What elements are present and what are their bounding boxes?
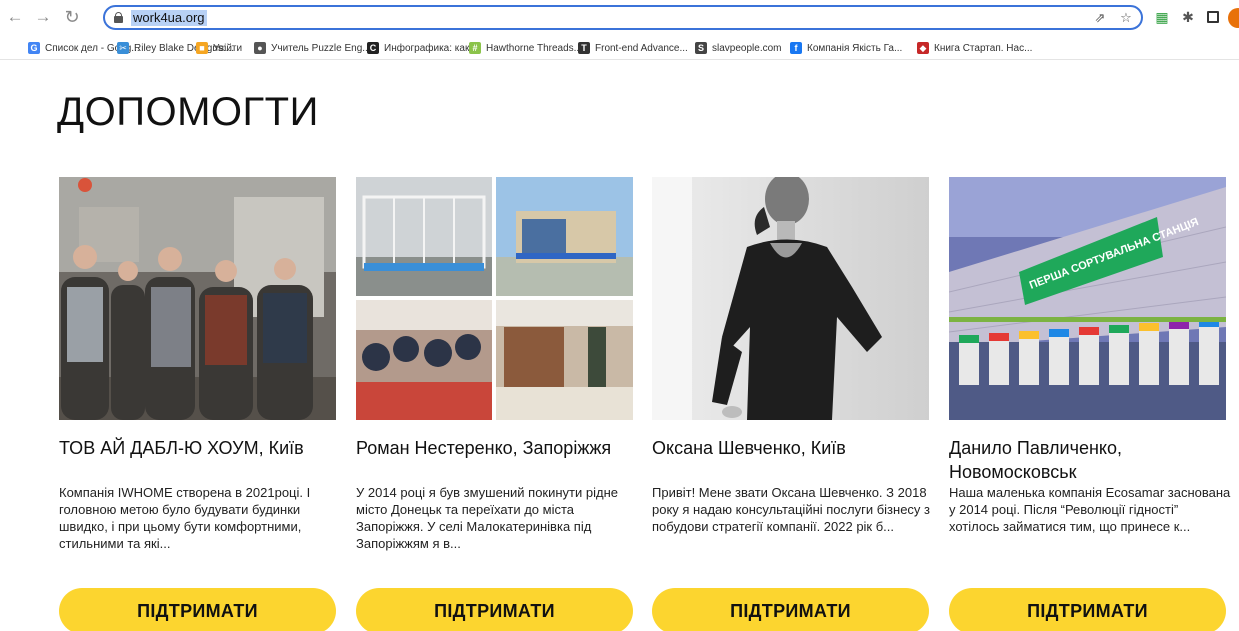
bookmark-item[interactable]: f Компанія Якість Га... [790, 40, 902, 56]
support-button[interactable]: ПІДТРИМАТИ [949, 588, 1226, 631]
card-name: ТОВ АЙ ДАБЛ-Ю ХОУМ, Київ [59, 438, 304, 458]
card-description: Наша маленька компанія Ecosamar заснован… [949, 485, 1231, 534]
card-name: Данило Павличенко, Новомосковськ [949, 438, 1122, 482]
bookmark-label: Учитель Puzzle Eng... [271, 42, 371, 54]
book-icon: ◆ [917, 42, 929, 54]
campaign-card: ТОВ АЙ ДАБЛ-Ю ХОУМ, Київ Компанія IWHOME… [59, 177, 336, 631]
facebook-icon: f [790, 42, 802, 54]
support-button[interactable]: ПІДТРИМАТИ [59, 588, 336, 631]
extensions-puzzle-icon[interactable]: ✱ [1178, 7, 1198, 27]
frontend-icon: T [578, 42, 590, 54]
hawthorne-icon: # [469, 42, 481, 54]
bookmark-label: Инфографика: как... [384, 42, 478, 54]
bookmark-item[interactable]: C Инфографика: как... [367, 40, 478, 56]
campaign-card: Оксана Шевченко, Київ Привіт! Мене звати… [652, 177, 930, 631]
card-photo-collage[interactable] [356, 177, 633, 420]
card-photo-team[interactable] [59, 177, 336, 420]
bookmark-label: Компанія Якість Га... [807, 42, 903, 54]
card-description: У 2014 році я був змушений покинути рідн… [356, 485, 618, 551]
card-name: Оксана Шевченко, Київ [652, 438, 846, 458]
forward-arrow-icon[interactable]: → [32, 6, 54, 28]
card-photo-portrait[interactable] [652, 177, 929, 420]
reload-icon[interactable]: ↻ [61, 6, 83, 28]
card-photo-sorting-station[interactable]: ПЕРША СОРТУВАЛЬНА СТАНЦІЯ [949, 177, 1226, 420]
puzzle-english-icon: ● [254, 42, 266, 54]
profile-avatar[interactable] [1228, 8, 1239, 28]
address-bar[interactable]: work4ua.org ⇗ ☆ [103, 5, 1143, 30]
infographic-icon: C [367, 42, 379, 54]
bookmark-item[interactable]: Sslavpeople.com [695, 40, 781, 56]
bookmark-item[interactable]: ■ Увійти [196, 40, 242, 56]
bookmark-label: Книга Стартап. Нас... [934, 42, 1033, 54]
card-name: Роман Нестеренко, Запоріжжя [356, 438, 612, 458]
card-description: Компанія IWHOME створена в 2021році. І г… [59, 485, 311, 551]
campaign-card: Роман Нестеренко, Запоріжжя У 2014 році … [356, 177, 633, 631]
bookmark-star-icon[interactable]: ☆ [1117, 9, 1135, 27]
bookmark-item[interactable]: ● Учитель Puzzle Eng... [254, 40, 371, 56]
google-icon: G [28, 42, 40, 54]
campaign-card: ПЕРША СОРТУВАЛЬНА СТАНЦІЯ Данило Павличе… [949, 177, 1230, 631]
bookmark-label: Hawthorne Threads... [486, 42, 582, 54]
side-panel-icon[interactable] [1203, 7, 1223, 27]
bookmark-label: Увійти [213, 42, 243, 54]
page-title: ДОПОМОГТИ [57, 90, 319, 134]
support-button[interactable]: ПІДТРИМАТИ [652, 588, 929, 631]
back-arrow-icon[interactable]: ← [4, 6, 26, 28]
bookmark-item[interactable]: T Front-end Advance... [578, 40, 688, 56]
lock-icon[interactable] [114, 12, 123, 23]
browser-toolbar: ← → ↻ work4ua.org ⇗ ☆ ▦ ✱ [0, 0, 1239, 36]
extension-green-icon[interactable]: ▦ [1152, 7, 1172, 27]
card-description: Привіт! Мене звати Оксана Шевченко. З 20… [652, 485, 931, 534]
bookmark-label: slavpeople.com [712, 42, 782, 54]
url-text[interactable]: work4ua.org [131, 10, 207, 26]
riley-blake-icon: ✂ [117, 42, 129, 54]
bookmark-label: Front-end Advance... [595, 42, 688, 54]
share-icon[interactable]: ⇗ [1091, 9, 1109, 27]
bookmark-item[interactable]: # Hawthorne Threads... [469, 40, 582, 56]
bookmarks-bar: G Список дел - Goog... ✂ Riley Blake Design… [0, 36, 1239, 60]
login-icon: ■ [196, 42, 208, 54]
slavpeople-icon: S [695, 42, 707, 54]
support-button[interactable]: ПІДТРИМАТИ [356, 588, 633, 631]
bookmark-item[interactable]: ◆ Книга Стартап. Нас... [917, 40, 1032, 56]
